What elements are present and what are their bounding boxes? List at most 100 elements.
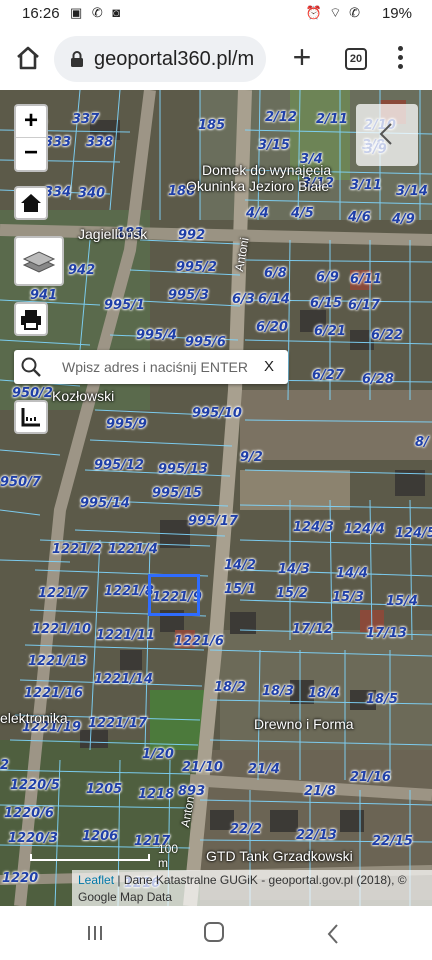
- parcel-label: 124/4: [344, 522, 385, 537]
- browser-menu-icon[interactable]: [390, 42, 410, 74]
- parcel-label: 14/3: [278, 562, 310, 577]
- url-text: geoportal360.pl/m: [94, 48, 255, 70]
- parcel-label: 124/3: [293, 520, 334, 535]
- parcel-label: 6/20: [256, 320, 288, 335]
- parcel-label: 995/14: [80, 496, 130, 511]
- parcel-label: 8/: [415, 435, 429, 450]
- parcel-label: 14/2: [224, 558, 256, 573]
- parcel-label: 15/3: [332, 590, 364, 605]
- parcel-label: 995/17: [188, 514, 238, 529]
- parcel-label: 1221/8: [104, 584, 154, 599]
- printer-icon: [21, 310, 41, 330]
- status-time: 16:26: [22, 5, 60, 22]
- parcel-label: 1218: [138, 787, 175, 802]
- browser-home-icon[interactable]: [12, 42, 44, 74]
- parcel-label: 1220/5: [10, 778, 60, 793]
- parcel-label: 1220/6: [4, 806, 54, 821]
- battery-level: 19%: [381, 5, 412, 22]
- parcel-label: 6/15: [310, 296, 342, 311]
- parcel-label: 338: [86, 135, 114, 150]
- zoom-control: + −: [14, 104, 48, 172]
- parcel-label: 992: [178, 228, 206, 243]
- layers-button[interactable]: [14, 236, 64, 286]
- parcel-label: 18/3: [262, 684, 294, 699]
- parcel-label: 995/2: [176, 260, 217, 275]
- parcel-label: 995/12: [94, 458, 144, 473]
- parcel-label: 995/13: [158, 462, 208, 477]
- new-tab-icon[interactable]: +: [288, 41, 316, 74]
- search-clear-button[interactable]: X: [264, 358, 274, 375]
- status-bar: 16:26 ▣ ✆ ◙ ⏰ ⌔ ✆ 19%: [0, 0, 432, 28]
- parcel-label: 1221/6: [174, 634, 224, 649]
- connectivity-icons: ⏰ ⌔ ✆: [305, 5, 362, 20]
- parcel-label: 17/13: [366, 626, 407, 641]
- address-search-box[interactable]: Wpisz adres i naciśnij ENTER X: [14, 350, 288, 384]
- measure-button[interactable]: [14, 400, 48, 434]
- parcel-label: 3/11: [350, 178, 382, 193]
- parcel-label: 337: [72, 112, 100, 127]
- layers-icon: [22, 251, 56, 273]
- chevron-left-icon: [379, 123, 392, 145]
- parcel-label: 1221/13: [28, 654, 88, 669]
- tab-switcher-button[interactable]: 20: [345, 48, 367, 70]
- parcel-label: 4/5: [291, 206, 314, 221]
- parcel-label: 6/28: [362, 372, 394, 387]
- parcel-label: 15/4: [386, 594, 418, 609]
- parcel-label: 995/9: [106, 417, 147, 432]
- notification-icons: ▣ ✆ ◙: [70, 5, 124, 20]
- search-placeholder: Wpisz adres i naciśnij ENTER: [62, 359, 248, 375]
- parcel-label: 1221/14: [94, 672, 154, 687]
- parcel-label: 4/9: [392, 212, 415, 227]
- parcel-label: 2: [0, 758, 10, 773]
- map-attribution: Leaflet | Dane Katastralne GUGiK - geopo…: [72, 870, 432, 906]
- parcel-label: 18/2: [214, 680, 246, 695]
- parcel-label: 995/1: [104, 298, 145, 313]
- parcel-label: 1206: [82, 829, 119, 844]
- parcel-label: 15/2: [276, 586, 308, 601]
- parcel-label: 1205: [86, 782, 123, 797]
- parcel-label: 3/14: [396, 184, 428, 199]
- parcel-label: 4/4: [246, 206, 269, 221]
- address-bar[interactable]: geoportal360.pl/m: [54, 36, 266, 82]
- parcel-label: 22/13: [296, 828, 337, 843]
- parcel-label: 185: [198, 118, 226, 133]
- parcel-label: 124/5: [395, 526, 432, 541]
- system-home-icon[interactable]: [204, 922, 224, 942]
- parcel-label: 1221/7: [38, 586, 88, 601]
- parcel-label: 1/20: [142, 747, 174, 762]
- print-button[interactable]: [14, 302, 48, 336]
- parcel-label: 21/16: [350, 770, 391, 785]
- parcel-label: 995/10: [192, 406, 242, 421]
- scale-label: 100 m: [158, 842, 179, 870]
- parcel-label: 995/15: [152, 486, 202, 501]
- map-view[interactable]: 3323371852/122/112/103383333/153/83/93/4…: [0, 90, 432, 906]
- selected-parcel-outline[interactable]: [148, 574, 200, 616]
- parcel-label: 2/11: [316, 112, 348, 127]
- system-nav-bar: [0, 906, 432, 960]
- parcel-label: 21/8: [304, 784, 336, 799]
- place-label: Drewno i Forma: [254, 716, 354, 732]
- parcel-label: 6/21: [314, 324, 346, 339]
- parcel-label: 1221/17: [88, 716, 148, 731]
- place-label: Jagiellońsk: [78, 226, 148, 242]
- lock-icon: [70, 51, 84, 67]
- browser-toolbar: geoportal360.pl/m + 20: [0, 28, 432, 90]
- house-icon: [21, 194, 41, 212]
- leaflet-link[interactable]: Leaflet: [78, 873, 114, 887]
- ruler-icon: [21, 408, 40, 427]
- sidebar-toggle-button[interactable]: [356, 104, 418, 166]
- attribution-text: | Dane Katastralne GUGiK - geoportal.gov…: [78, 873, 407, 904]
- parcel-label: 1221/16: [24, 686, 84, 701]
- parcel-label: 18/5: [366, 692, 398, 707]
- recent-apps-icon[interactable]: [86, 924, 104, 942]
- parcel-label: 995/4: [136, 328, 177, 343]
- parcel-label: 6/14: [258, 292, 290, 307]
- parcel-label: 22/15: [372, 834, 413, 849]
- map-home-button[interactable]: [14, 186, 48, 220]
- zoom-out-button[interactable]: −: [16, 138, 46, 170]
- back-icon[interactable]: [326, 923, 340, 945]
- parcel-label: 9/2: [240, 450, 263, 465]
- zoom-in-button[interactable]: +: [16, 106, 46, 138]
- parcel-label: 950/7: [0, 475, 41, 490]
- parcel-label: 2/12: [265, 110, 297, 125]
